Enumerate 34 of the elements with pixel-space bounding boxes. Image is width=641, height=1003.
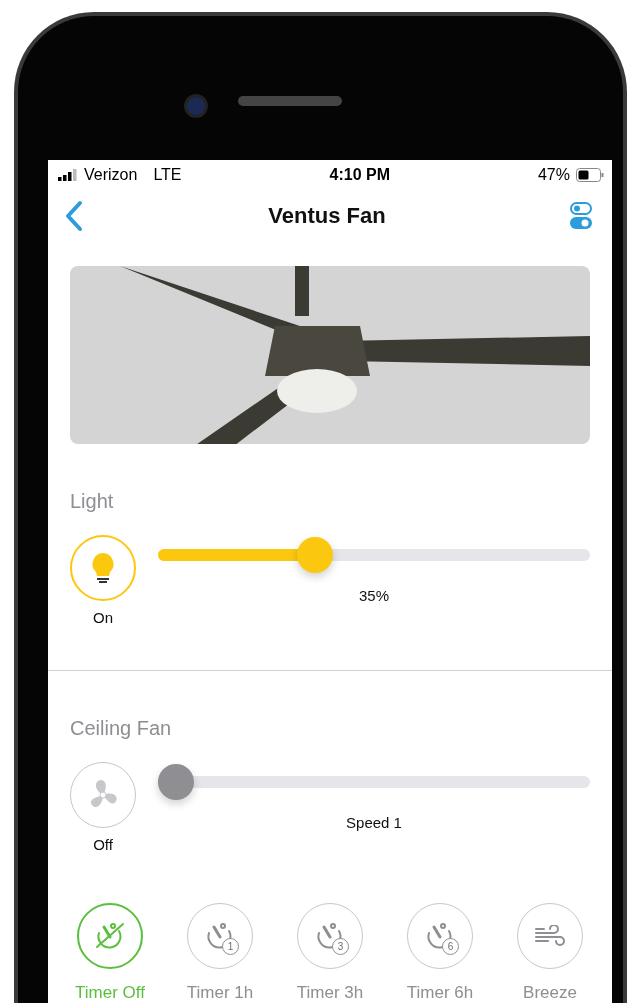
network-type: LTE xyxy=(153,165,182,184)
mode-label: Timer 6h xyxy=(406,983,474,1003)
battery-icon xyxy=(576,167,604,182)
hours-badge: 6 xyxy=(442,938,459,955)
fan-state: Off xyxy=(93,836,113,853)
mode-label: Timer 3h xyxy=(296,983,364,1003)
mode-button[interactable]: 1 xyxy=(187,903,253,969)
section-title: Ceiling Fan xyxy=(70,717,173,740)
front-camera xyxy=(184,94,208,118)
section-title: Light xyxy=(70,490,115,513)
toggles-icon[interactable] xyxy=(570,202,592,231)
light-state: On xyxy=(93,609,113,626)
battery-percent: 47% xyxy=(537,165,570,184)
slider-thumb[interactable] xyxy=(296,537,333,573)
mode-label: Timer 1h xyxy=(186,983,254,1003)
slider-thumb[interactable] xyxy=(158,764,194,800)
signal-icon xyxy=(58,168,78,181)
mode-label: Timer Off xyxy=(75,983,145,1003)
hours-badge: 1 xyxy=(222,938,239,955)
speed-reading: Speed 1 xyxy=(346,814,402,831)
timer-off-icon xyxy=(93,921,127,951)
mode-label: Breeze xyxy=(523,983,577,1003)
mode-button[interactable]: 3 xyxy=(297,903,363,969)
bulb-icon xyxy=(91,552,115,584)
slider[interactable] xyxy=(158,764,590,800)
hours-badge: 3 xyxy=(332,938,349,955)
clock-time: 4:10 PM xyxy=(329,165,390,184)
slider[interactable] xyxy=(158,537,590,573)
mode-button[interactable]: 6 xyxy=(407,903,473,969)
page-title: Ventus Fan xyxy=(268,203,386,230)
wind-icon xyxy=(534,925,566,947)
brightness-reading: 35% xyxy=(359,587,389,604)
back-button[interactable] xyxy=(64,200,84,233)
carrier-name: Verizon xyxy=(84,165,138,184)
